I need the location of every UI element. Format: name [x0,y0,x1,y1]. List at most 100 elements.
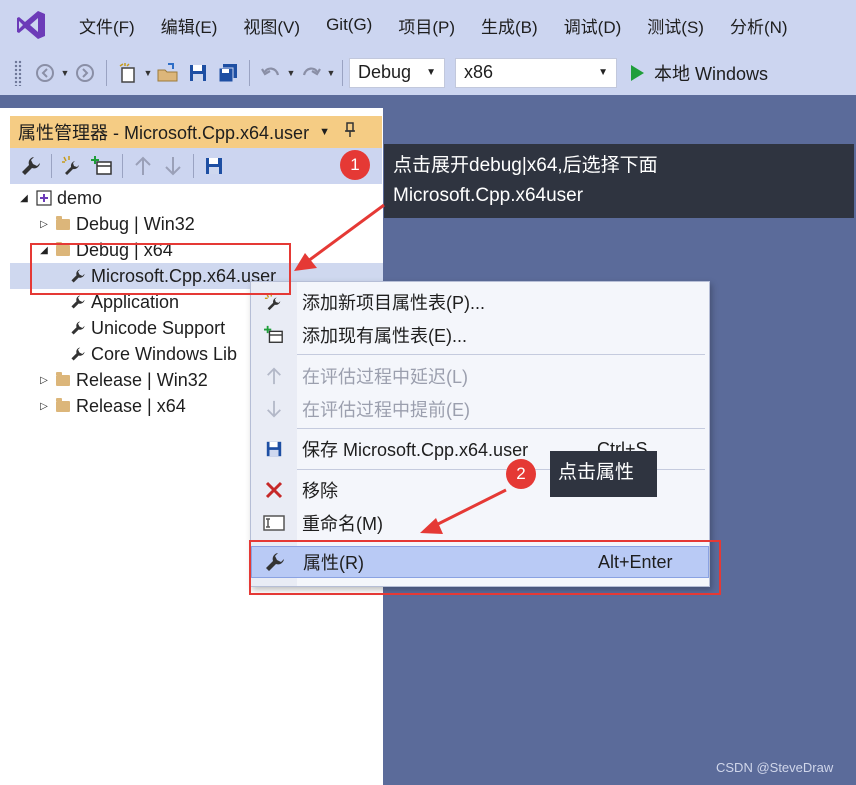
tree-label: Core Windows Lib [91,343,238,364]
save-all-button[interactable] [215,59,241,87]
collapsed-arrow-icon[interactable]: ▷ [38,219,50,230]
arrow-down-icon [251,399,297,419]
start-debugging-button[interactable]: 本地 Windows [631,60,768,86]
move-down-tool-button[interactable] [158,151,188,181]
rename-icon [251,515,297,531]
menu-bar: 文件(F) 编辑(E) 视图(V) Git(G) 项目(P) 生成(B) 调试(… [0,0,856,50]
tree-node-unicode-support[interactable]: Unicode Support [70,315,225,341]
menu-test[interactable]: 测试(S) [634,0,717,50]
menu-project[interactable]: 项目(P) [385,0,468,50]
menu-add-new-property-sheet[interactable]: 添加新项目属性表(P)... [251,286,709,318]
callout-step-1: 点击展开debug|x64,后选择下面 Microsoft.Cpp.x64use… [384,144,854,218]
toolbar-separator [106,59,107,86]
wrench-icon [70,320,86,336]
tree-label: Debug | Win32 [76,213,195,234]
undo-dropdown[interactable]: ▼ [286,59,296,87]
add-existing-sheet-icon [251,325,297,345]
properties-tool-button[interactable] [16,151,46,181]
highlight-box-cpp-user [30,243,291,295]
save-disk-icon [206,158,222,174]
solution-config-combo[interactable]: Debug ▼ [349,57,445,88]
tree-node-release-x64[interactable]: ▷ Release | x64 [38,393,186,419]
menu-file[interactable]: 文件(F) [66,0,148,50]
panel-dropdown-icon[interactable]: ▼ [319,126,330,138]
arrow-up-icon [135,156,151,175]
add-new-sheet-icon [62,156,79,175]
redo-dropdown[interactable]: ▼ [326,59,336,87]
undo-button[interactable] [258,59,284,87]
visual-studio-logo-icon[interactable] [14,8,48,42]
toolbar-separator [249,59,250,86]
add-existing-sheet-tool-button[interactable] [87,151,117,181]
wrench-icon [70,346,86,362]
menu-delay-evaluation: 在评估过程中延迟(L) [251,360,709,392]
menu-label: 重命名(M) [302,514,383,534]
callout-text: 点击展开debug|x64,后选择下面 [393,155,658,176]
redo-button[interactable] [298,59,324,87]
menu-debug[interactable]: 调试(D) [551,0,635,50]
menu-view[interactable]: 视图(V) [230,0,313,50]
move-up-tool-button[interactable] [128,151,158,181]
save-sheet-tool-button[interactable] [199,151,229,181]
expanded-arrow-icon[interactable]: ◢ [18,193,30,204]
toolbar-separator [122,154,123,178]
step-badge-1: 1 [340,150,370,180]
save-disk-icon [251,440,297,458]
tree-node-release-win32[interactable]: ▷ Release | Win32 [38,367,208,393]
menu-label: 在评估过程中提前(E) [302,400,470,420]
menu-build[interactable]: 生成(B) [468,0,551,50]
tree-node-demo[interactable]: ◢ demo [18,185,102,211]
menu-label: 保存 Microsoft.Cpp.x64.user [302,440,529,460]
wrench-icon [70,294,86,310]
add-new-sheet-icon [251,292,297,312]
folder-icon [56,371,70,386]
collapsed-arrow-icon[interactable]: ▷ [38,375,50,386]
callout-step-2: 点击属性 [550,451,657,497]
menu-edit[interactable]: 编辑(E) [148,0,231,50]
menu-git[interactable]: Git(G) [313,0,385,50]
step-badge-2: 2 [506,459,536,489]
tree-label: Release | x64 [76,395,186,416]
new-item-dropdown[interactable]: ▼ [143,59,153,87]
toolbar-grip[interactable] [14,59,22,86]
add-new-sheet-tool-button[interactable] [57,151,87,181]
save-all-icon [218,63,237,82]
forward-arrow-icon [76,63,94,82]
open-file-button[interactable] [155,59,181,87]
undo-icon [261,67,280,76]
panel-toolbar [10,148,382,184]
menu-separator [297,428,705,429]
project-icon [36,190,52,206]
solution-platform-combo[interactable]: x86 ▼ [455,57,617,88]
panel-title-bar[interactable]: 属性管理器 - Microsoft.Cpp.x64.user ▼ [10,116,382,148]
collapsed-arrow-icon[interactable]: ▷ [38,401,50,412]
menu-rename[interactable]: 重命名(M) [251,507,709,539]
menu-add-existing-property-sheet[interactable]: 添加现有属性表(E)... [251,319,709,351]
toolbar-separator [51,154,52,178]
pin-icon[interactable] [344,121,356,143]
menu-label: 添加现有属性表(E)... [302,326,467,346]
remove-x-icon [251,481,297,499]
forward-nav-button[interactable] [72,59,98,87]
solution-config-value: Debug [358,62,412,82]
back-nav-dropdown[interactable]: ▼ [60,59,70,87]
tree-node-debug-win32[interactable]: ▷ Debug | Win32 [38,211,195,237]
menu-separator [297,354,705,355]
back-nav-button[interactable] [32,59,58,87]
new-file-icon [119,62,135,83]
watermark: CSDN @SteveDraw [716,760,834,775]
tree-node-core-windows-lib[interactable]: Core Windows Lib [70,341,237,367]
save-disk-icon [190,64,206,81]
play-icon [631,64,644,81]
tree-label: Unicode Support [91,317,226,338]
save-button[interactable] [185,59,211,87]
open-folder-icon [157,62,178,81]
tree-label: Release | Win32 [76,369,208,390]
menu-label: 在评估过程中延迟(L) [302,367,468,387]
standard-toolbar: ▼ ▼ ▼ ▼ Debug ▼ x86 ▼ 本地 Windows [0,50,856,95]
arrow-up-icon [251,366,297,386]
callout-text: 点击属性 [558,462,635,483]
menu-analyze[interactable]: 分析(N) [717,0,801,50]
new-item-button[interactable] [115,59,141,87]
folder-icon [56,215,70,230]
